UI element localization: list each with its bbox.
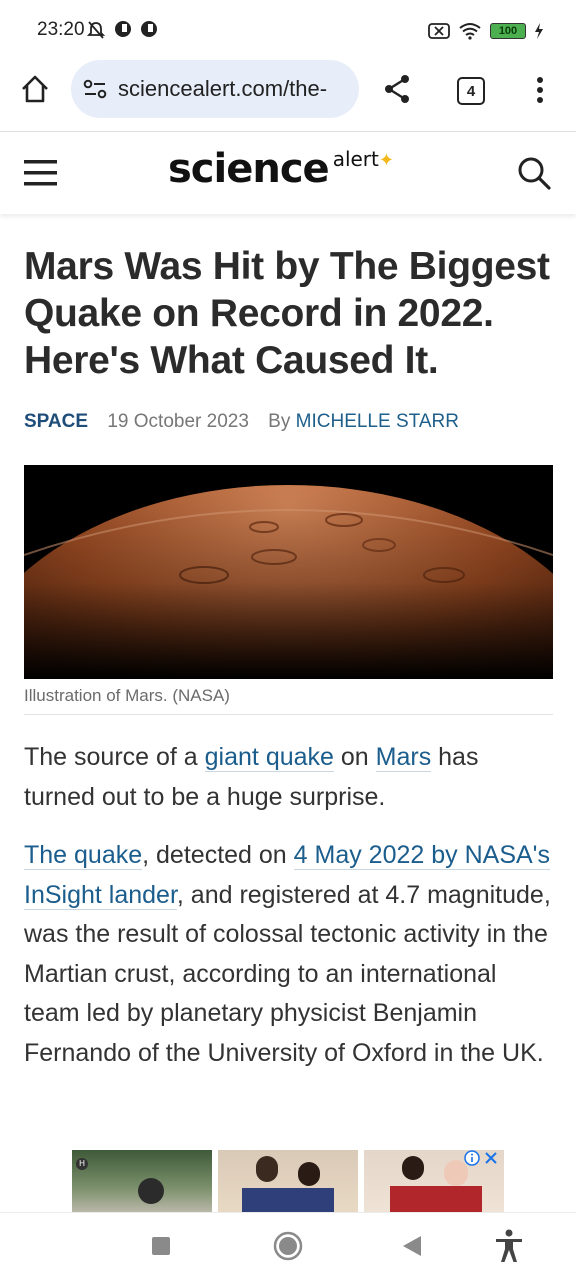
url-text: sciencealert.com/the- [118,76,328,101]
article-paragraph-2: The quake, detected on 4 May 2022 by NAS… [24,836,554,1073]
ad-badge: H [76,1158,88,1170]
site-settings-icon[interactable] [83,78,107,100]
logo-spark-icon: ✦ [378,150,394,171]
status-notification-icons [86,20,158,40]
p2-text-1: , detected on [142,841,294,869]
logo-sub-text: alert [332,147,379,171]
app-notification-icon [115,21,131,37]
site-logo[interactable]: science alert✦ [168,146,394,192]
article-date: 19 October 2023 [107,411,249,432]
article-title: Mars Was Hit by The Biggest Quake on Rec… [24,245,550,382]
status-time: 23:20 [37,19,85,40]
status-system-icons: 100 [428,22,544,40]
battery-level: 100 [498,25,518,37]
mars-link[interactable]: Mars [375,743,432,772]
ad-image-2[interactable] [218,1150,358,1212]
ad-person-3 [298,1162,320,1186]
share-icon[interactable] [383,74,411,104]
advertisement-banner[interactable]: H [72,1150,504,1212]
ad-person-1 [138,1178,164,1204]
more-icon[interactable] [536,76,544,104]
hero-image-mars [24,465,553,679]
info-icon[interactable] [464,1150,480,1166]
system-navigation-bar [0,1212,576,1281]
status-bar: 23:20 100 [0,0,576,60]
image-caption: Illustration of Mars. (NASA) [24,686,553,715]
stop-icon[interactable] [152,1237,170,1255]
menu-icon[interactable] [24,160,57,186]
wifi-icon [459,23,481,40]
bell-off-icon [86,21,106,39]
close-icon[interactable] [484,1151,498,1165]
ad-person-4 [402,1156,424,1180]
article-meta: SPACE 19 October 2023 By MICHELLE STARR [24,411,459,433]
search-icon[interactable] [516,155,552,191]
ad-batik-clothing-red [390,1186,482,1212]
home-circle-icon[interactable] [273,1231,303,1261]
logo-main-text: science [168,146,330,192]
tab-count: 4 [466,82,476,100]
browser-toolbar: sciencealert.com/the- 4 [0,60,576,130]
byline-prefix: By [268,411,291,432]
ad-batik-clothing [242,1188,334,1212]
ad-image-1[interactable]: H [72,1150,212,1212]
giant-quake-link[interactable]: giant quake [204,743,334,772]
site-header: science alert✦ [0,131,576,214]
author-link[interactable]: MICHELLE STARR [296,411,459,432]
app-notification-icon [141,21,157,37]
home-icon[interactable] [20,74,50,104]
battery-indicator: 100 [490,23,526,39]
mars-illustration [24,465,553,679]
ad-image-3[interactable] [364,1150,504,1212]
back-icon[interactable] [401,1235,423,1257]
p1-text-1: The source of a [24,743,205,771]
address-bar[interactable]: sciencealert.com/the- [71,60,359,118]
accessibility-icon[interactable] [494,1229,524,1263]
charging-icon [535,23,543,39]
tab-switcher-button[interactable]: 4 [457,77,485,105]
article-category-link[interactable]: SPACE [24,411,88,432]
the-quake-link[interactable]: The quake [24,841,143,870]
article-paragraph-1: The source of a giant quake on Mars has … [24,738,554,817]
ad-person-2 [256,1156,278,1182]
p1-text-2: on [333,743,376,771]
sim-off-icon [428,23,450,39]
